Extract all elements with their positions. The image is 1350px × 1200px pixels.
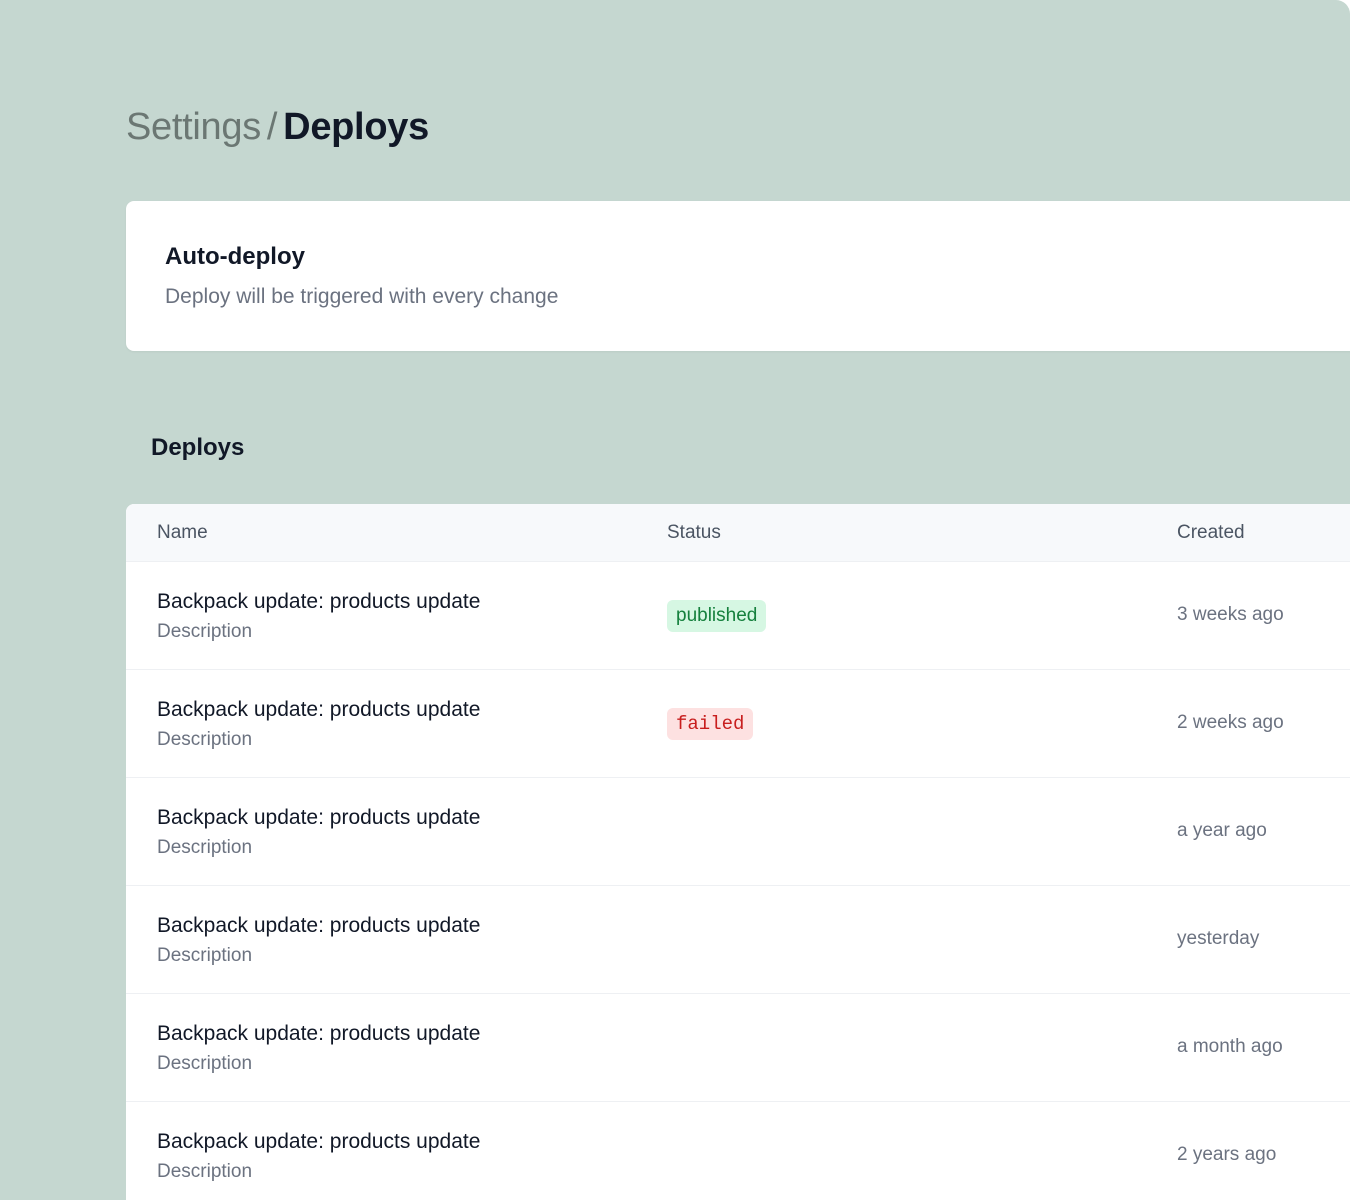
table-row[interactable]: Backpack update: products update Descript… bbox=[126, 1102, 1350, 1200]
deploy-title[interactable]: Backpack update: products update bbox=[157, 1022, 480, 1046]
deploy-description: Description bbox=[157, 1161, 253, 1182]
deploys-table: Name Status Created Backpack update: pro… bbox=[126, 504, 1350, 1200]
auto-deploy-card: Auto-deploy Deploy will be triggered wit… bbox=[126, 201, 1350, 351]
deploy-created-time: 2 years ago bbox=[1177, 1144, 1277, 1165]
deploy-title[interactable]: Backpack update: products update bbox=[157, 1130, 480, 1154]
deploy-description: Description bbox=[157, 837, 253, 858]
page-title: Deploys bbox=[283, 106, 429, 148]
deploy-created-time: 3 weeks ago bbox=[1177, 604, 1284, 625]
deploy-created-time: a month ago bbox=[1177, 1036, 1283, 1057]
deploys-section-title: Deploys bbox=[151, 434, 245, 461]
table-row[interactable]: Backpack update: products update Descript… bbox=[126, 886, 1350, 994]
breadcrumb-settings-link[interactable]: Settings bbox=[126, 106, 261, 148]
column-header-name[interactable]: Name bbox=[157, 522, 208, 544]
table-row[interactable]: Backpack update: products update Descript… bbox=[126, 670, 1350, 778]
auto-deploy-title: Auto-deploy bbox=[165, 243, 305, 270]
column-header-created[interactable]: Created bbox=[1177, 522, 1245, 544]
deploy-created-time: a year ago bbox=[1177, 820, 1267, 841]
deploy-description: Description bbox=[157, 945, 253, 966]
column-header-status[interactable]: Status bbox=[667, 522, 721, 544]
deploy-title[interactable]: Backpack update: products update bbox=[157, 590, 480, 614]
table-row[interactable]: Backpack update: products update Descript… bbox=[126, 994, 1350, 1102]
deploy-title[interactable]: Backpack update: products update bbox=[157, 914, 480, 938]
deploy-description: Description bbox=[157, 1053, 253, 1074]
breadcrumb-separator: / bbox=[266, 106, 278, 148]
app-frame: Settings / Deploys Auto-deploy Deploy will… bbox=[0, 0, 1350, 1200]
status-badge: published bbox=[667, 600, 767, 632]
deploy-description: Description bbox=[157, 729, 253, 750]
deploy-title[interactable]: Backpack update: products update bbox=[157, 698, 480, 722]
status-badge: failed bbox=[667, 708, 754, 740]
table-row[interactable]: Backpack update: products update Descript… bbox=[126, 562, 1350, 670]
deploy-description: Description bbox=[157, 621, 253, 642]
deploy-title[interactable]: Backpack update: products update bbox=[157, 806, 480, 830]
breadcrumb: Settings / Deploys bbox=[126, 104, 429, 150]
deploy-created-time: 2 weeks ago bbox=[1177, 712, 1284, 733]
table-header: Name Status Created bbox=[126, 504, 1350, 562]
table-body: Backpack update: products update Descript… bbox=[126, 562, 1350, 1200]
table-row[interactable]: Backpack update: products update Descript… bbox=[126, 778, 1350, 886]
deploy-created-time: yesterday bbox=[1177, 928, 1260, 949]
auto-deploy-description: Deploy will be triggered with every chan… bbox=[165, 285, 559, 308]
